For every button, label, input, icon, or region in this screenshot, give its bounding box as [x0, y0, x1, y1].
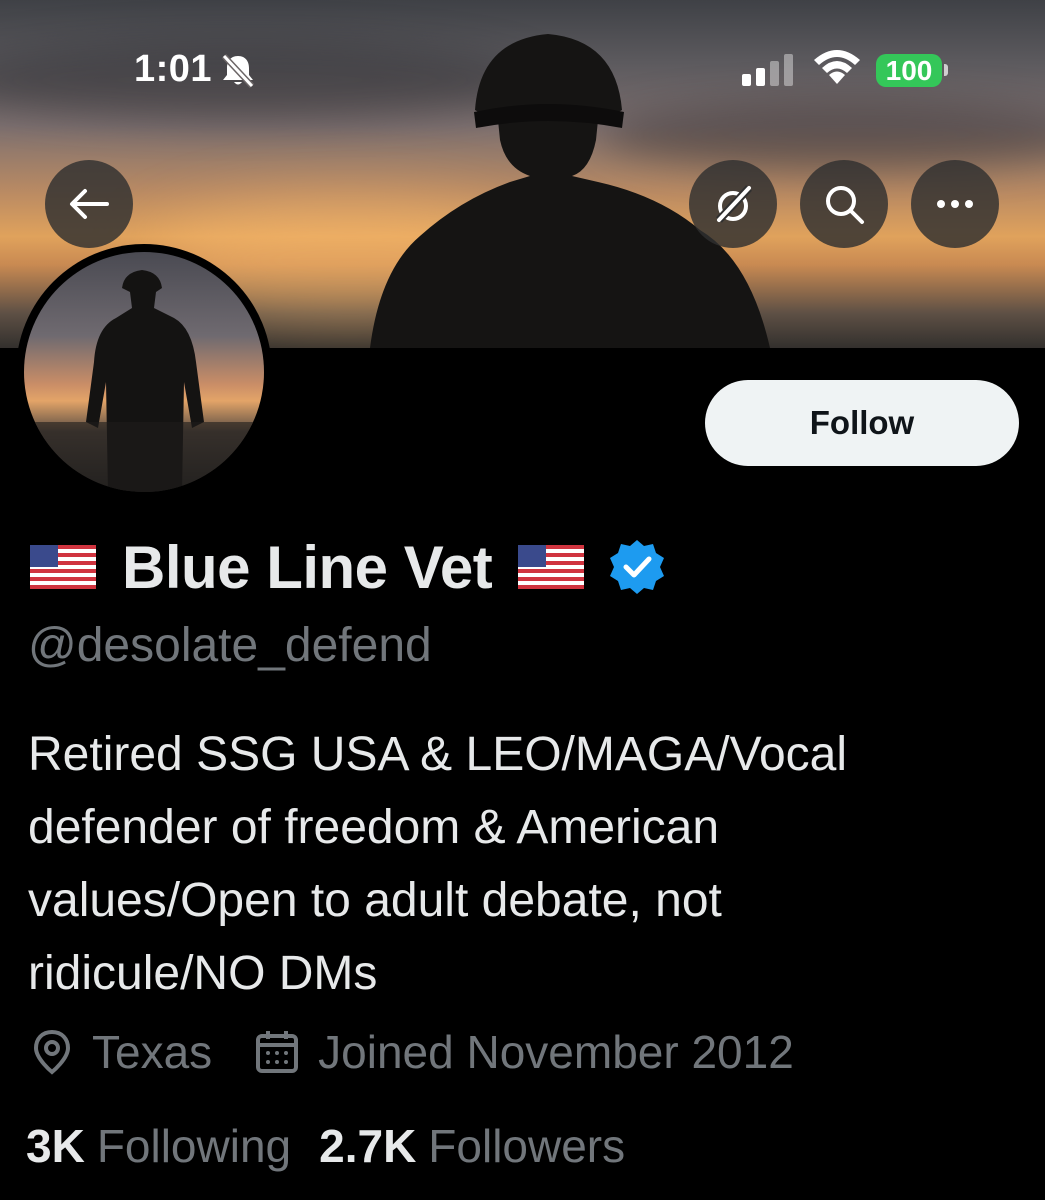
followers-stat[interactable]: 2.7K Followers [319, 1119, 625, 1173]
wifi-icon [814, 50, 860, 84]
back-button[interactable] [45, 160, 133, 248]
display-name-row: Blue Line Vet [30, 532, 666, 602]
following-label: Following [96, 1120, 292, 1172]
bio-line: ridicule/NO DMs [28, 947, 378, 1000]
display-name: Blue Line Vet [122, 533, 493, 601]
cellular-signal-icon [742, 54, 793, 86]
avatar-image [24, 252, 264, 492]
following-count: 3K [26, 1120, 85, 1172]
follow-button[interactable]: Follow [705, 380, 1019, 466]
avatar[interactable] [16, 244, 272, 500]
avatar-soldier-silhouette [24, 270, 264, 492]
more-button[interactable] [911, 160, 999, 248]
location-item: Texas [30, 1025, 212, 1079]
profile-bio: Retired SSG USA & LEO/MAGA/Vocal defende… [28, 718, 1008, 1010]
us-flag-icon [30, 545, 96, 589]
location-pin-icon [33, 1029, 71, 1075]
following-stat[interactable]: 3K Following [26, 1119, 291, 1173]
profile-handle: @desolate_defend [28, 619, 432, 672]
battery-indicator: 100 [876, 54, 942, 87]
bio-line: Retired SSG USA & LEO/MAGA/Vocal [28, 728, 847, 781]
joined-item: Joined November 2012 [254, 1025, 794, 1079]
bell-slash-icon [221, 53, 255, 88]
joined-text: Joined November 2012 [318, 1026, 794, 1078]
profile-meta: Texas Joined November 2012 [30, 1022, 794, 1082]
more-icon [937, 200, 973, 208]
location-text: Texas [92, 1026, 213, 1078]
search-button[interactable] [800, 160, 888, 248]
followers-count: 2.7K [319, 1120, 417, 1172]
grok-button[interactable] [689, 160, 777, 248]
battery-tip [944, 64, 948, 76]
bio-line: values/Open to adult debate, not [28, 874, 722, 927]
profile-stats: 3K Following 2.7K Followers [26, 1116, 625, 1176]
calendar-icon [256, 1031, 299, 1073]
us-flag-icon [518, 545, 585, 589]
followers-label: Followers [428, 1120, 626, 1172]
search-icon [826, 186, 864, 224]
verified-badge-icon[interactable] [608, 538, 666, 596]
back-arrow-icon [70, 189, 109, 219]
bio-line: defender of freedom & American [28, 801, 720, 854]
grok-icon [716, 185, 752, 223]
status-time: 1:01 [134, 48, 213, 90]
